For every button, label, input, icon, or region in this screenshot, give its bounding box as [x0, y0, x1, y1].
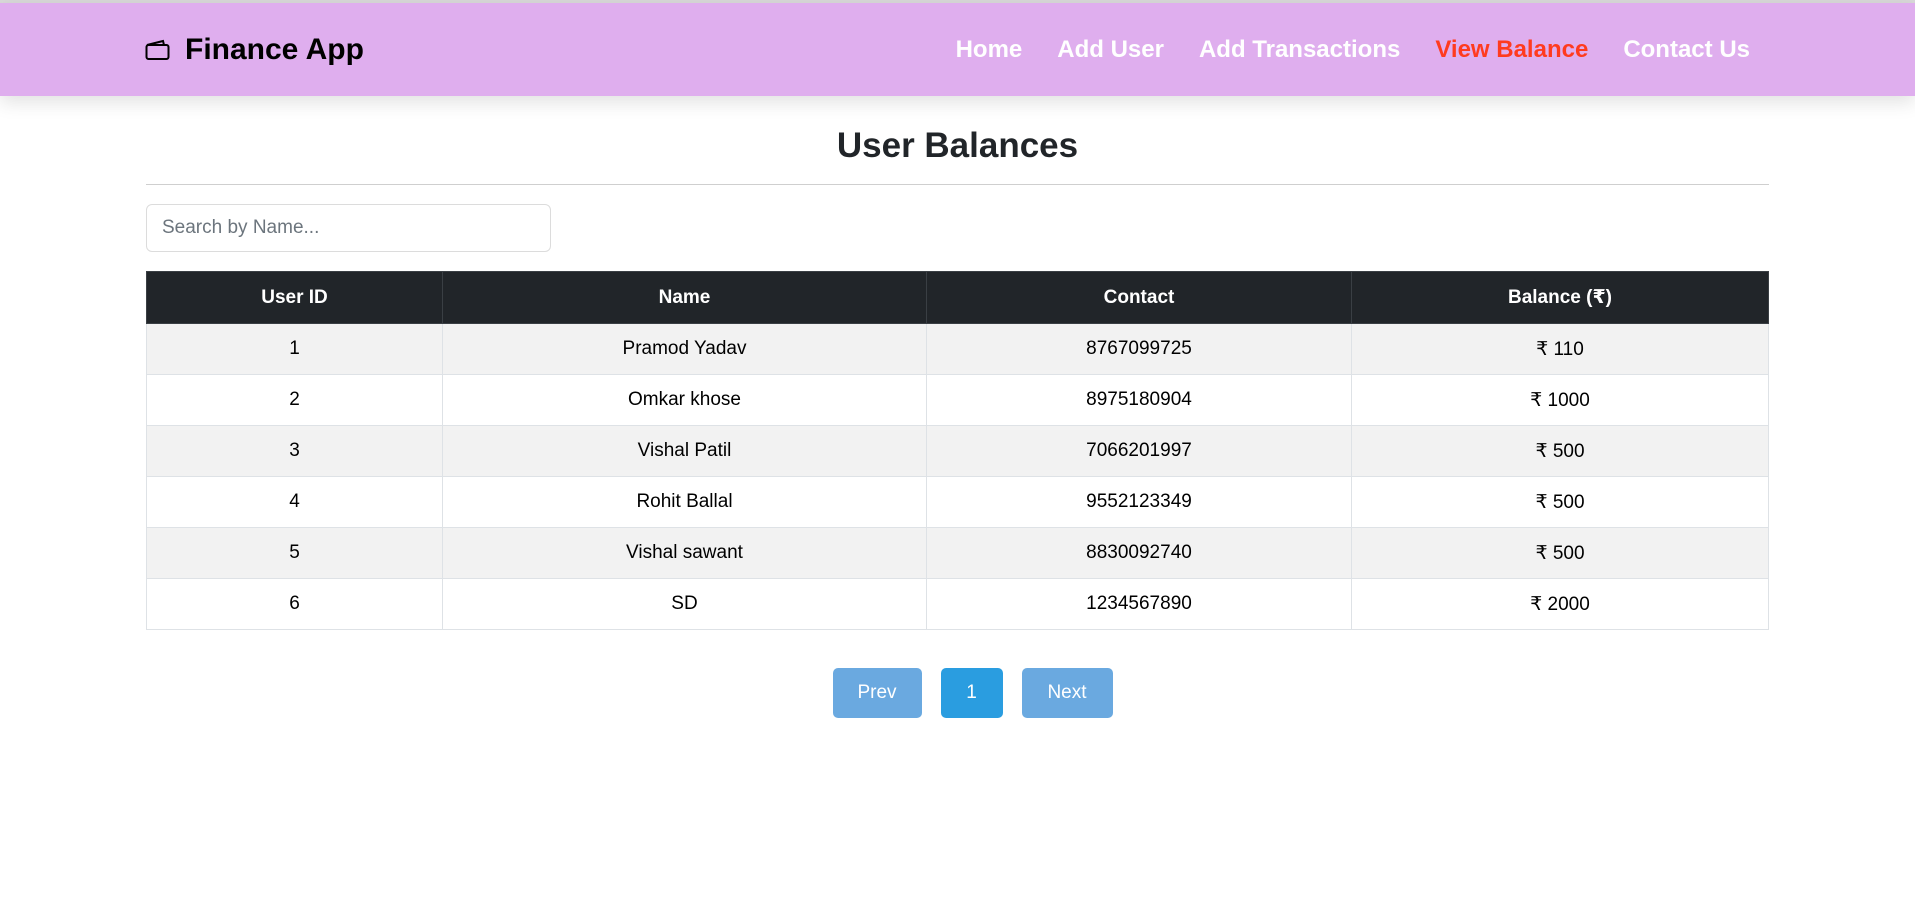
- cell-balance: ₹ 500: [1351, 425, 1769, 477]
- next-button[interactable]: Next: [1021, 668, 1113, 718]
- balances-table: User ID Name Contact Balance (₹) 1 Pramo…: [146, 271, 1769, 630]
- cell-contact: 8975180904: [926, 374, 1352, 426]
- nav-link-home[interactable]: Home: [956, 36, 1023, 64]
- header-user-id: User ID: [146, 271, 443, 324]
- cell-name: SD: [442, 578, 927, 630]
- cell-user-id: 1: [146, 323, 443, 375]
- cell-contact: 9552123349: [926, 476, 1352, 528]
- header-contact: Contact: [926, 271, 1352, 324]
- nav-link-add-user[interactable]: Add User: [1057, 36, 1164, 64]
- page-1-button[interactable]: 1: [940, 668, 1003, 718]
- table-header-row: User ID Name Contact Balance (₹): [146, 271, 1769, 324]
- main-content: User Balances User ID Name Contact Balan…: [0, 126, 1915, 718]
- pagination: Prev 1 Next: [146, 668, 1769, 718]
- brand-name: Finance App: [185, 32, 364, 66]
- cell-balance: ₹ 2000: [1351, 578, 1769, 630]
- nav-link-view-balance[interactable]: View Balance: [1435, 36, 1588, 64]
- wallet-icon: [145, 39, 171, 61]
- navbar: Finance App Home Add User Add Transactio…: [0, 3, 1915, 96]
- cell-name: Vishal sawant: [442, 527, 927, 579]
- cell-balance: ₹ 500: [1351, 527, 1769, 579]
- cell-balance: ₹ 1000: [1351, 374, 1769, 426]
- nav-links: Home Add User Add Transactions View Bala…: [956, 36, 1750, 64]
- table-row: 5 Vishal sawant 8830092740 ₹ 500: [146, 527, 1769, 579]
- cell-name: Rohit Ballal: [442, 476, 927, 528]
- table-row: 6 SD 1234567890 ₹ 2000: [146, 578, 1769, 630]
- cell-balance: ₹ 500: [1351, 476, 1769, 528]
- table-row: 3 Vishal Patil 7066201997 ₹ 500: [146, 425, 1769, 477]
- header-name: Name: [442, 271, 927, 324]
- cell-user-id: 4: [146, 476, 443, 528]
- cell-contact: 7066201997: [926, 425, 1352, 477]
- prev-button[interactable]: Prev: [832, 668, 922, 718]
- title-divider: [146, 184, 1769, 185]
- cell-contact: 8767099725: [926, 323, 1352, 375]
- cell-user-id: 6: [146, 578, 443, 630]
- header-balance: Balance (₹): [1351, 271, 1769, 324]
- cell-user-id: 5: [146, 527, 443, 579]
- nav-link-contact-us[interactable]: Contact Us: [1623, 36, 1750, 64]
- table-row: 2 Omkar khose 8975180904 ₹ 1000: [146, 374, 1769, 426]
- cell-name: Pramod Yadav: [442, 323, 927, 375]
- cell-name: Omkar khose: [442, 374, 927, 426]
- brand[interactable]: Finance App: [145, 33, 364, 67]
- table-row: 4 Rohit Ballal 9552123349 ₹ 500: [146, 476, 1769, 528]
- cell-user-id: 2: [146, 374, 443, 426]
- nav-link-add-transactions[interactable]: Add Transactions: [1199, 36, 1400, 64]
- cell-name: Vishal Patil: [442, 425, 927, 477]
- cell-user-id: 3: [146, 425, 443, 477]
- cell-contact: 8830092740: [926, 527, 1352, 579]
- cell-contact: 1234567890: [926, 578, 1352, 630]
- cell-balance: ₹ 110: [1351, 323, 1769, 375]
- table-row: 1 Pramod Yadav 8767099725 ₹ 110: [146, 323, 1769, 375]
- search-input[interactable]: [146, 204, 551, 252]
- page-title: User Balances: [836, 126, 1079, 165]
